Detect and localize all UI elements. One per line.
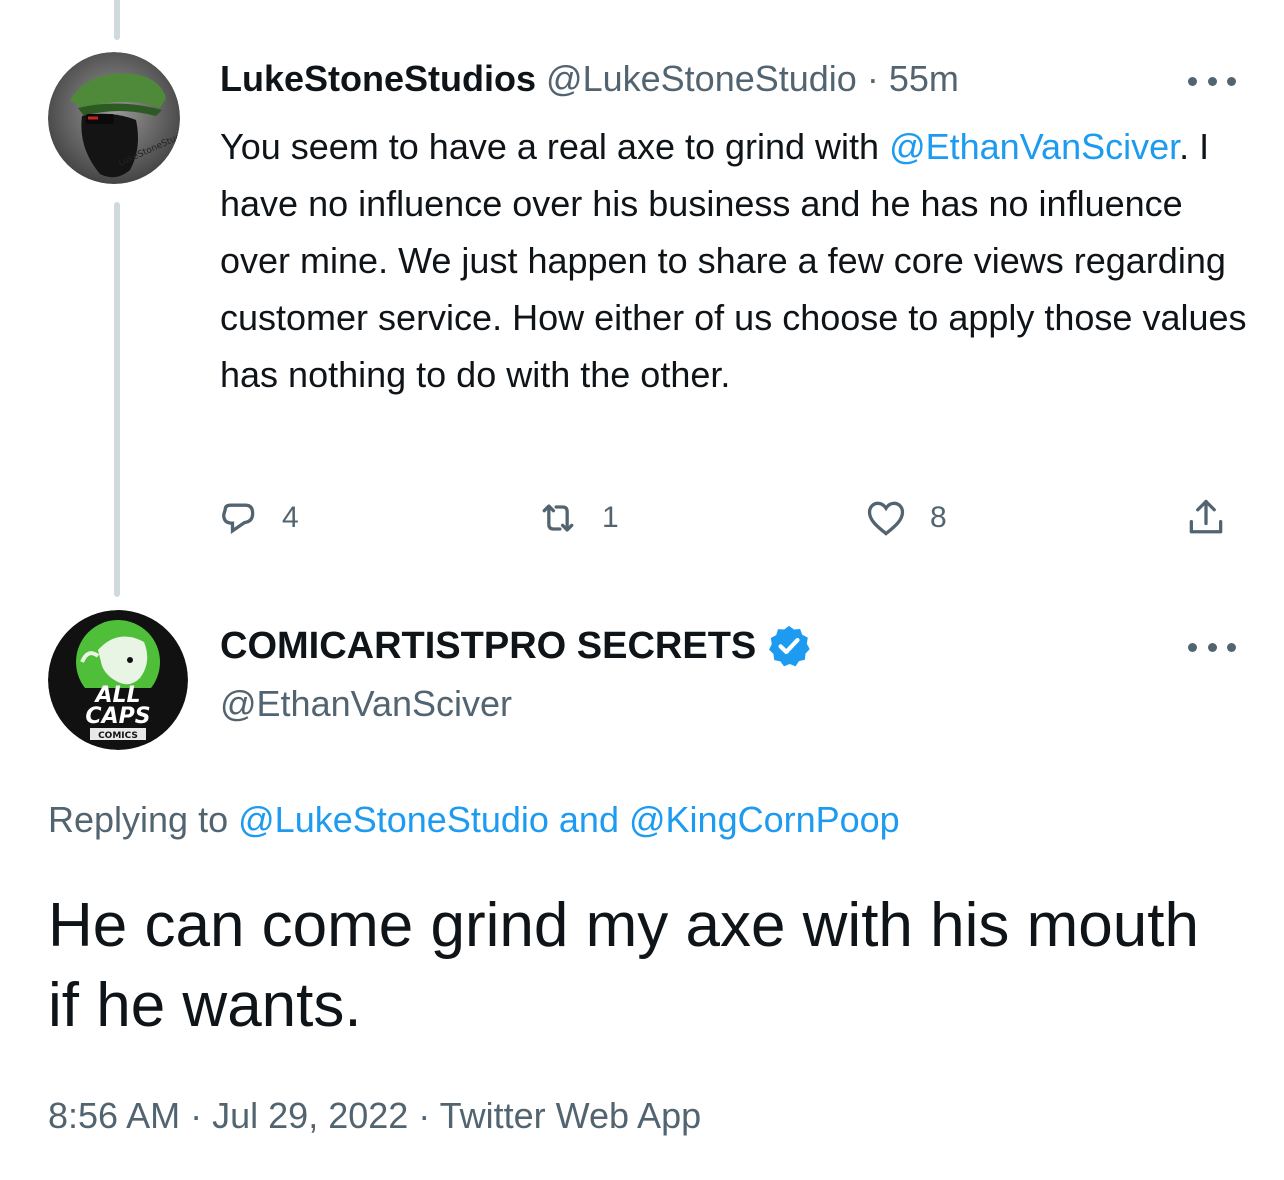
like-icon — [867, 501, 905, 536]
replying-to-link-2[interactable]: @KingCornPoop — [629, 799, 900, 840]
tweet2-date[interactable]: Jul 29, 2022 — [212, 1095, 408, 1136]
reply-button[interactable]: 4 — [216, 494, 299, 542]
tweet1-text: You seem to have a real axe to grind wit… — [220, 118, 1260, 403]
tweet2-text: He can come grind my axe with his mouth … — [48, 891, 1199, 1040]
replying-to: Replying to @LukeStoneStudio and @KingCo… — [48, 796, 900, 844]
tweet1-mention[interactable]: @EthanVanSciver — [889, 126, 1179, 167]
tweet2-display-name[interactable]: COMICARTISTPRO SECRETS — [220, 622, 756, 670]
more-icon[interactable] — [1188, 640, 1236, 654]
like-button[interactable]: 8 — [864, 494, 947, 542]
meta-separator: · — [418, 1095, 431, 1136]
retweet-icon — [542, 504, 574, 532]
tweet2-source[interactable]: Twitter Web App — [440, 1095, 701, 1136]
avatar-line3: COMICS — [98, 731, 138, 741]
tweet1-header: LukeStoneStudios @LukeStoneStudio · 55m — [220, 56, 959, 102]
tweet2-metadata: 8:56 AM · Jul 29, 2022 · Twitter Web App — [48, 1092, 701, 1140]
share-button[interactable] — [1184, 494, 1228, 542]
thread-line — [114, 202, 120, 597]
retweet-button[interactable]: 1 — [536, 494, 619, 542]
tweet1-display-name[interactable]: LukeStoneStudios — [220, 58, 536, 99]
replying-to-link-1[interactable]: @LukeStoneStudio — [238, 799, 549, 840]
tweet2-display-name-row: COMICARTISTPRO SECRETS — [220, 622, 812, 670]
more-icon[interactable] — [1188, 74, 1236, 88]
avatar-comicartistpro[interactable]: ALL CAPS COMICS — [48, 610, 188, 750]
avatar-line2: CAPS — [85, 704, 150, 729]
replying-and: and — [558, 799, 619, 840]
share-icon — [1189, 499, 1223, 534]
meta-separator: · — [190, 1095, 203, 1136]
thread-line-top — [114, 0, 120, 40]
tweet2-handle[interactable]: @EthanVanSciver — [220, 680, 512, 728]
reply-count: 4 — [282, 501, 299, 534]
tweet1-time[interactable]: 55m — [889, 58, 959, 99]
verified-badge-icon — [769, 625, 810, 667]
retweet-count: 1 — [602, 501, 619, 534]
tweet1-text-before: You seem to have a real axe to grind wit… — [220, 126, 890, 167]
replying-prefix: Replying to — [48, 799, 229, 840]
tweet1-handle[interactable]: @LukeStoneStudio — [546, 58, 857, 99]
avatar-lukestonestudios[interactable]: LukeStoneStudio — [48, 52, 180, 184]
reply-icon — [222, 503, 255, 534]
like-count: 8 — [930, 501, 947, 534]
tweet1-separator: · — [866, 58, 879, 99]
tweet2-time[interactable]: 8:56 AM — [48, 1095, 180, 1136]
